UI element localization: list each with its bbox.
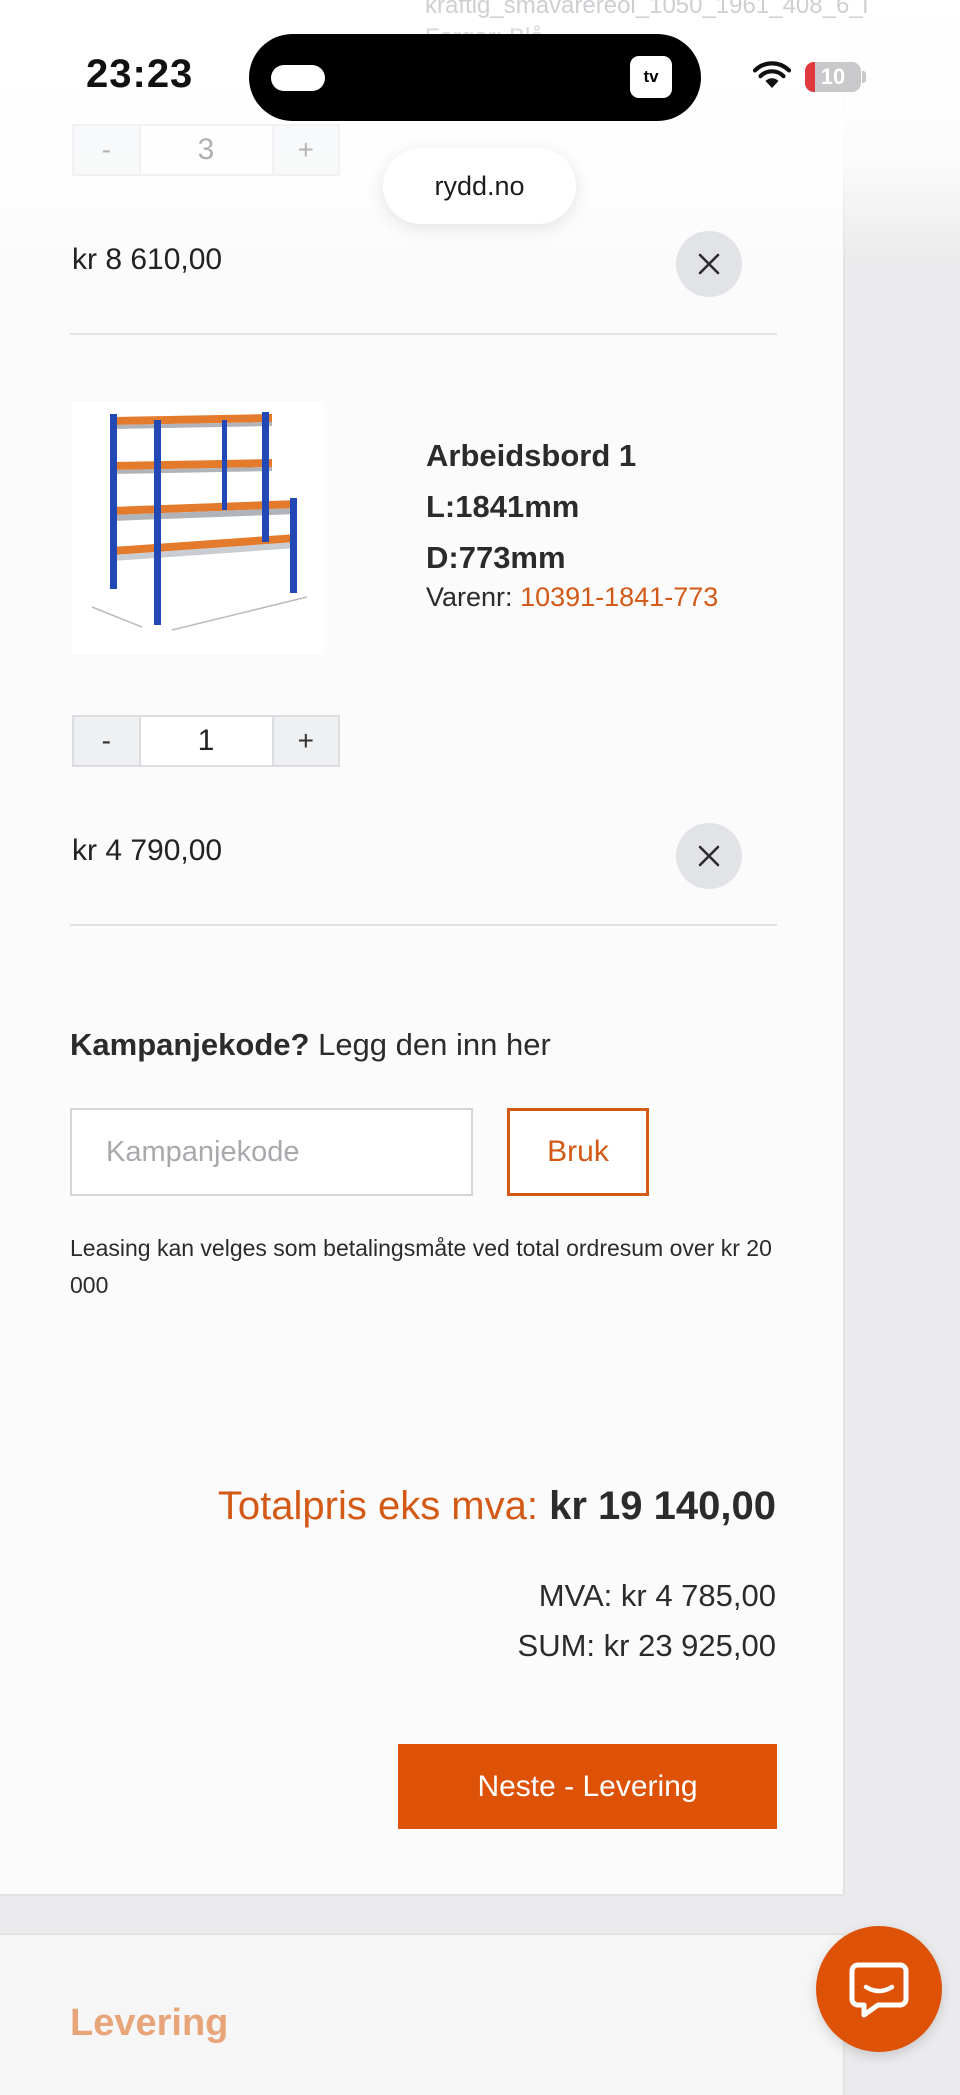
product-image[interactable]: [72, 402, 324, 654]
quantity-stepper: - 1 +: [72, 715, 340, 767]
item-price: kr 8 610,00: [72, 243, 223, 276]
decrease-quantity-button[interactable]: -: [74, 126, 139, 174]
chat-button[interactable]: [816, 1926, 942, 2052]
increase-quantity-button[interactable]: +: [273, 126, 339, 174]
workbench-shelf-image: [91, 412, 308, 631]
total-price: Totalpris eks mva: kr 19 140,00: [218, 1484, 776, 1529]
remove-item-button[interactable]: [676, 823, 742, 889]
decrease-quantity-button[interactable]: -: [74, 717, 139, 765]
close-icon: [698, 253, 720, 275]
product-sku: Varenr: 10391-1841-773: [426, 582, 718, 613]
url-text: rydd.no: [434, 170, 525, 201]
promo-code-question: Kampanjekode?: [70, 1027, 310, 1062]
quantity-value[interactable]: 3: [138, 126, 274, 174]
total-price-amount: kr 19 140,00: [549, 1484, 776, 1528]
apple-tv-icon: tv: [630, 56, 672, 98]
next-delivery-button[interactable]: Neste - Levering: [398, 1744, 777, 1829]
promo-code-placeholder: Kampanjekode: [106, 1135, 300, 1168]
media-indicator-icon: [271, 65, 325, 91]
promo-code-input[interactable]: Kampanjekode: [70, 1108, 473, 1196]
total-price-label: Totalpris eks mva:: [217, 1484, 538, 1528]
quantity-stepper: - 3 +: [72, 124, 340, 176]
delivery-section-title[interactable]: Levering: [70, 2002, 228, 2045]
battery-level: 10: [820, 64, 846, 89]
vat-amount: MVA: kr 4 785,00: [538, 1578, 776, 1613]
quantity-value[interactable]: 1: [138, 717, 274, 765]
background-page-text: kraftig_smavarereol_1050_1961_408_6_l: [425, 0, 868, 19]
item-divider: [70, 333, 777, 335]
promo-code-hint: Legg den inn her: [318, 1027, 551, 1062]
increase-quantity-button[interactable]: +: [273, 717, 339, 765]
product-name: Arbeidsbord 1: [426, 438, 637, 473]
close-icon: [698, 845, 720, 867]
item-price: kr 4 790,00: [72, 834, 223, 867]
wifi-icon: [752, 60, 792, 95]
sku-code: 10391-1841-773: [520, 582, 719, 612]
leasing-note: Leasing kan velges som betalingsmåte ved…: [70, 1235, 772, 1298]
item-divider: [70, 924, 777, 926]
apply-promo-button[interactable]: Bruk: [507, 1108, 649, 1196]
status-time: 23:23: [86, 52, 194, 96]
product-length: L:1841mm: [426, 489, 580, 524]
product-depth: D:773mm: [426, 540, 566, 575]
sku-label: Varenr:: [426, 582, 513, 612]
chat-bubble-icon: [849, 1962, 909, 2018]
remove-item-button[interactable]: [676, 231, 742, 297]
battery-tip: [862, 71, 866, 83]
battery-icon: 10: [805, 62, 861, 92]
dynamic-island: tv: [249, 34, 701, 121]
product-title[interactable]: Arbeidsbord 1 L:1841mm D:773mm: [426, 430, 636, 583]
promo-code-label: Kampanjekode? Legg den inn her: [70, 1027, 551, 1063]
sum-amount: SUM: kr 23 925,00: [517, 1628, 776, 1663]
url-bar[interactable]: rydd.no: [383, 148, 576, 224]
